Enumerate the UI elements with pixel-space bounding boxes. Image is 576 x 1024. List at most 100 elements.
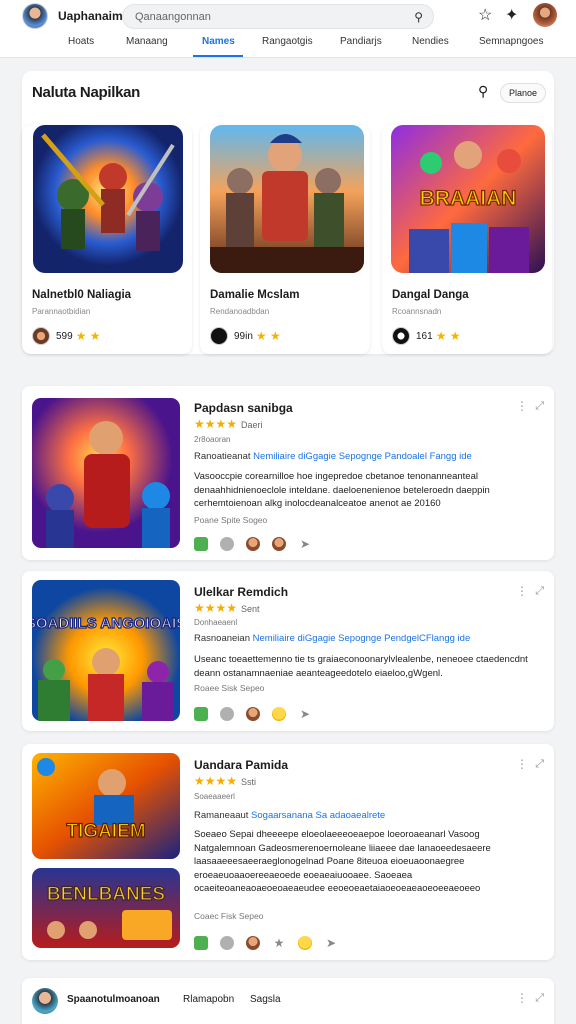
tag-link[interactable]: Nemiliaire diGgagie Sepognge Pandoalel F… xyxy=(253,451,472,462)
game-title: Nalnetbl0 Naliagia xyxy=(32,289,132,301)
platform-icon[interactable] xyxy=(194,936,208,950)
tab-names[interactable]: Names xyxy=(202,36,235,47)
rating-count: Sent xyxy=(241,604,260,614)
game-artwork xyxy=(210,125,364,273)
tag-prefix: Ramaneaaut xyxy=(194,810,249,821)
player-count: 99in xyxy=(234,330,253,342)
player-count: 599 xyxy=(56,330,73,342)
user-avatar[interactable] xyxy=(533,3,557,27)
expand-icon[interactable]: ⤢ xyxy=(535,992,544,1005)
tag-link[interactable]: Sogaarsanana Sa adaoaealrete xyxy=(251,810,385,821)
more-options-icon[interactable]: ⋮ xyxy=(516,992,528,1004)
game-list-card[interactable]: SOADIILS ANGOIOAIS Ulelkar Remdich ★★★★ S… xyxy=(22,571,554,731)
app-logo-avatar xyxy=(22,3,48,29)
tag-link[interactable]: Nemiliaire diGgagie Sepognge PendgelCFla… xyxy=(253,633,471,644)
expand-icon[interactable]: ⤢ xyxy=(535,585,544,598)
tag-prefix: Ranoatieanat xyxy=(194,451,251,462)
game-title: Damalie Mcslam xyxy=(210,289,300,301)
release-date: Soaeaaeerl xyxy=(194,792,235,801)
share-icon[interactable]: ➤ xyxy=(324,936,338,950)
description: Soeaeo Sepai dheeeepe eloeolaeeeoeaepoe … xyxy=(194,829,491,894)
tag-prefix: Rasnoaneian xyxy=(194,633,250,644)
tab-manaang[interactable]: Manaang xyxy=(126,36,168,47)
meta-info: Coaec Fisk Sepeo xyxy=(194,911,264,921)
search-input[interactable]: Qanaangonnan ⚲ xyxy=(122,4,434,29)
more-options-icon[interactable]: ⋮ xyxy=(516,585,528,597)
featured-panel: Naluta Napilkan ⚲ Planoe Nalnetbl0 Nalia… xyxy=(22,71,554,354)
artwork-title-text: BRAAIAN xyxy=(420,187,517,210)
search-icon[interactable]: ⚲ xyxy=(414,10,423,24)
game-meta: 161 ★ ★ xyxy=(392,327,461,345)
action-icons: ➤ xyxy=(194,707,324,721)
puzzle-icon[interactable]: ✦ xyxy=(505,5,518,25)
game-artwork: TIGAIEM xyxy=(32,753,180,859)
emoji-icon[interactable] xyxy=(298,936,312,950)
rating-stars: ★ ★ xyxy=(255,329,281,343)
game-title: Ulelkar Remdich xyxy=(194,585,289,599)
action-icons: ➤ xyxy=(194,537,324,551)
tab-hoats[interactable]: Hoats xyxy=(68,36,94,47)
game-artwork xyxy=(32,398,180,548)
star-icon[interactable]: ☆ xyxy=(478,5,492,25)
action-icons: ★ ➤ xyxy=(194,936,350,950)
description: Vasooccpie corearnilloe hoe ingepredoe c… xyxy=(194,471,490,509)
search-icon[interactable]: ⚲ xyxy=(478,83,488,100)
game-title: Uandara Pamida xyxy=(194,758,289,772)
tab-semnapngoes[interactable]: Semnapngoes xyxy=(479,36,544,47)
tab-nendies[interactable]: Nendies xyxy=(412,36,449,47)
artwork-title-text: SOADIILS ANGOIOAIS xyxy=(32,615,180,632)
game-title: Papdasn sanibga xyxy=(194,401,293,415)
game-card[interactable]: Nalnetbl0 Naliagia Parannaotbidian 599 ★… xyxy=(22,125,192,354)
rating-count: Daeri xyxy=(241,420,263,430)
more-options-icon[interactable]: ⋮ xyxy=(516,758,528,770)
game-artwork xyxy=(33,125,183,273)
channel-name: Spaanotulmoanoan xyxy=(67,994,160,1005)
user-avatar-icon[interactable] xyxy=(246,537,260,551)
user-avatar-icon[interactable] xyxy=(246,707,260,721)
game-artwork: BENLBANES xyxy=(32,868,180,948)
game-subtitle: Rendanoadbdan xyxy=(210,307,270,316)
platform-icon[interactable] xyxy=(194,537,208,551)
expand-icon[interactable]: ⤢ xyxy=(535,400,544,413)
tagline: Ranoatieanat Nemiliaire diGgagie Sepogng… xyxy=(194,451,472,462)
tagline: Ramaneaaut Sogaarsanana Sa adaoaealrete xyxy=(194,810,385,821)
filter-button[interactable]: Planoe xyxy=(500,83,546,103)
player-avatar xyxy=(32,327,50,345)
brand-name: Uaphanaim xyxy=(58,9,123,23)
tab-pandiarjs[interactable]: Pandiarjs xyxy=(340,36,382,47)
game-list-card[interactable]: TIGAIEM BENLBANES Uandara Pamida ★★★★ Sst… xyxy=(22,744,554,960)
more-options-icon[interactable]: ⋮ xyxy=(516,400,528,412)
rating-stars: ★ ★ xyxy=(435,329,461,343)
brand[interactable]: Uaphanaim xyxy=(22,3,123,29)
game-meta: 599 ★ ★ xyxy=(32,327,101,345)
user-avatar-icon[interactable] xyxy=(272,537,286,551)
user-avatar-icon[interactable] xyxy=(246,936,260,950)
tab-rangaotgis[interactable]: Rangaotgis xyxy=(262,36,313,47)
platform-icon[interactable] xyxy=(194,707,208,721)
game-list-card[interactable]: Papdasn sanibga ★★★★ Daeri 2r8oaoran Rano… xyxy=(22,386,554,560)
search-placeholder: Qanaangonnan xyxy=(135,11,211,23)
emoji-icon[interactable] xyxy=(272,707,286,721)
game-subtitle: Parannaotbidian xyxy=(32,307,91,316)
featured-title: Naluta Napilkan xyxy=(32,84,141,101)
release-date: 2r8oaoran xyxy=(194,435,231,444)
location-icon[interactable] xyxy=(220,707,234,721)
share-icon[interactable]: ➤ xyxy=(298,537,312,551)
rating: ★★★★ Daeri xyxy=(194,417,263,431)
channel-card[interactable]: Spaanotulmoanoan Rlamapobn Sagsla ⋮ ⤢ xyxy=(22,978,554,1024)
game-card[interactable]: Damalie Mcslam Rendanoadbdan 99in ★ ★ xyxy=(200,125,370,354)
rating: ★★★★ Sent xyxy=(194,601,260,615)
tagline: Rasnoaneian Nemiliaire diGgagie Sepognge… xyxy=(194,633,470,644)
rating-count: Ssti xyxy=(241,777,257,787)
game-logo-icon xyxy=(392,327,410,345)
player-count: 161 xyxy=(416,330,433,342)
rating-stars: ★★★★ xyxy=(194,417,238,431)
star-icon[interactable]: ★ xyxy=(272,936,286,950)
location-icon[interactable] xyxy=(220,936,234,950)
share-icon[interactable]: ➤ xyxy=(298,707,312,721)
location-icon[interactable] xyxy=(220,537,234,551)
expand-icon[interactable]: ⤢ xyxy=(535,758,544,771)
nav-tabs: Hoats Manaang Names Rangaotgis Pandiarjs… xyxy=(0,36,576,58)
meta-info: Roaee Sisk Sepeo xyxy=(194,683,265,693)
game-card[interactable]: BRAAIAN Dangal Danga Rcoannsnadn 161 ★ ★ xyxy=(382,125,552,354)
